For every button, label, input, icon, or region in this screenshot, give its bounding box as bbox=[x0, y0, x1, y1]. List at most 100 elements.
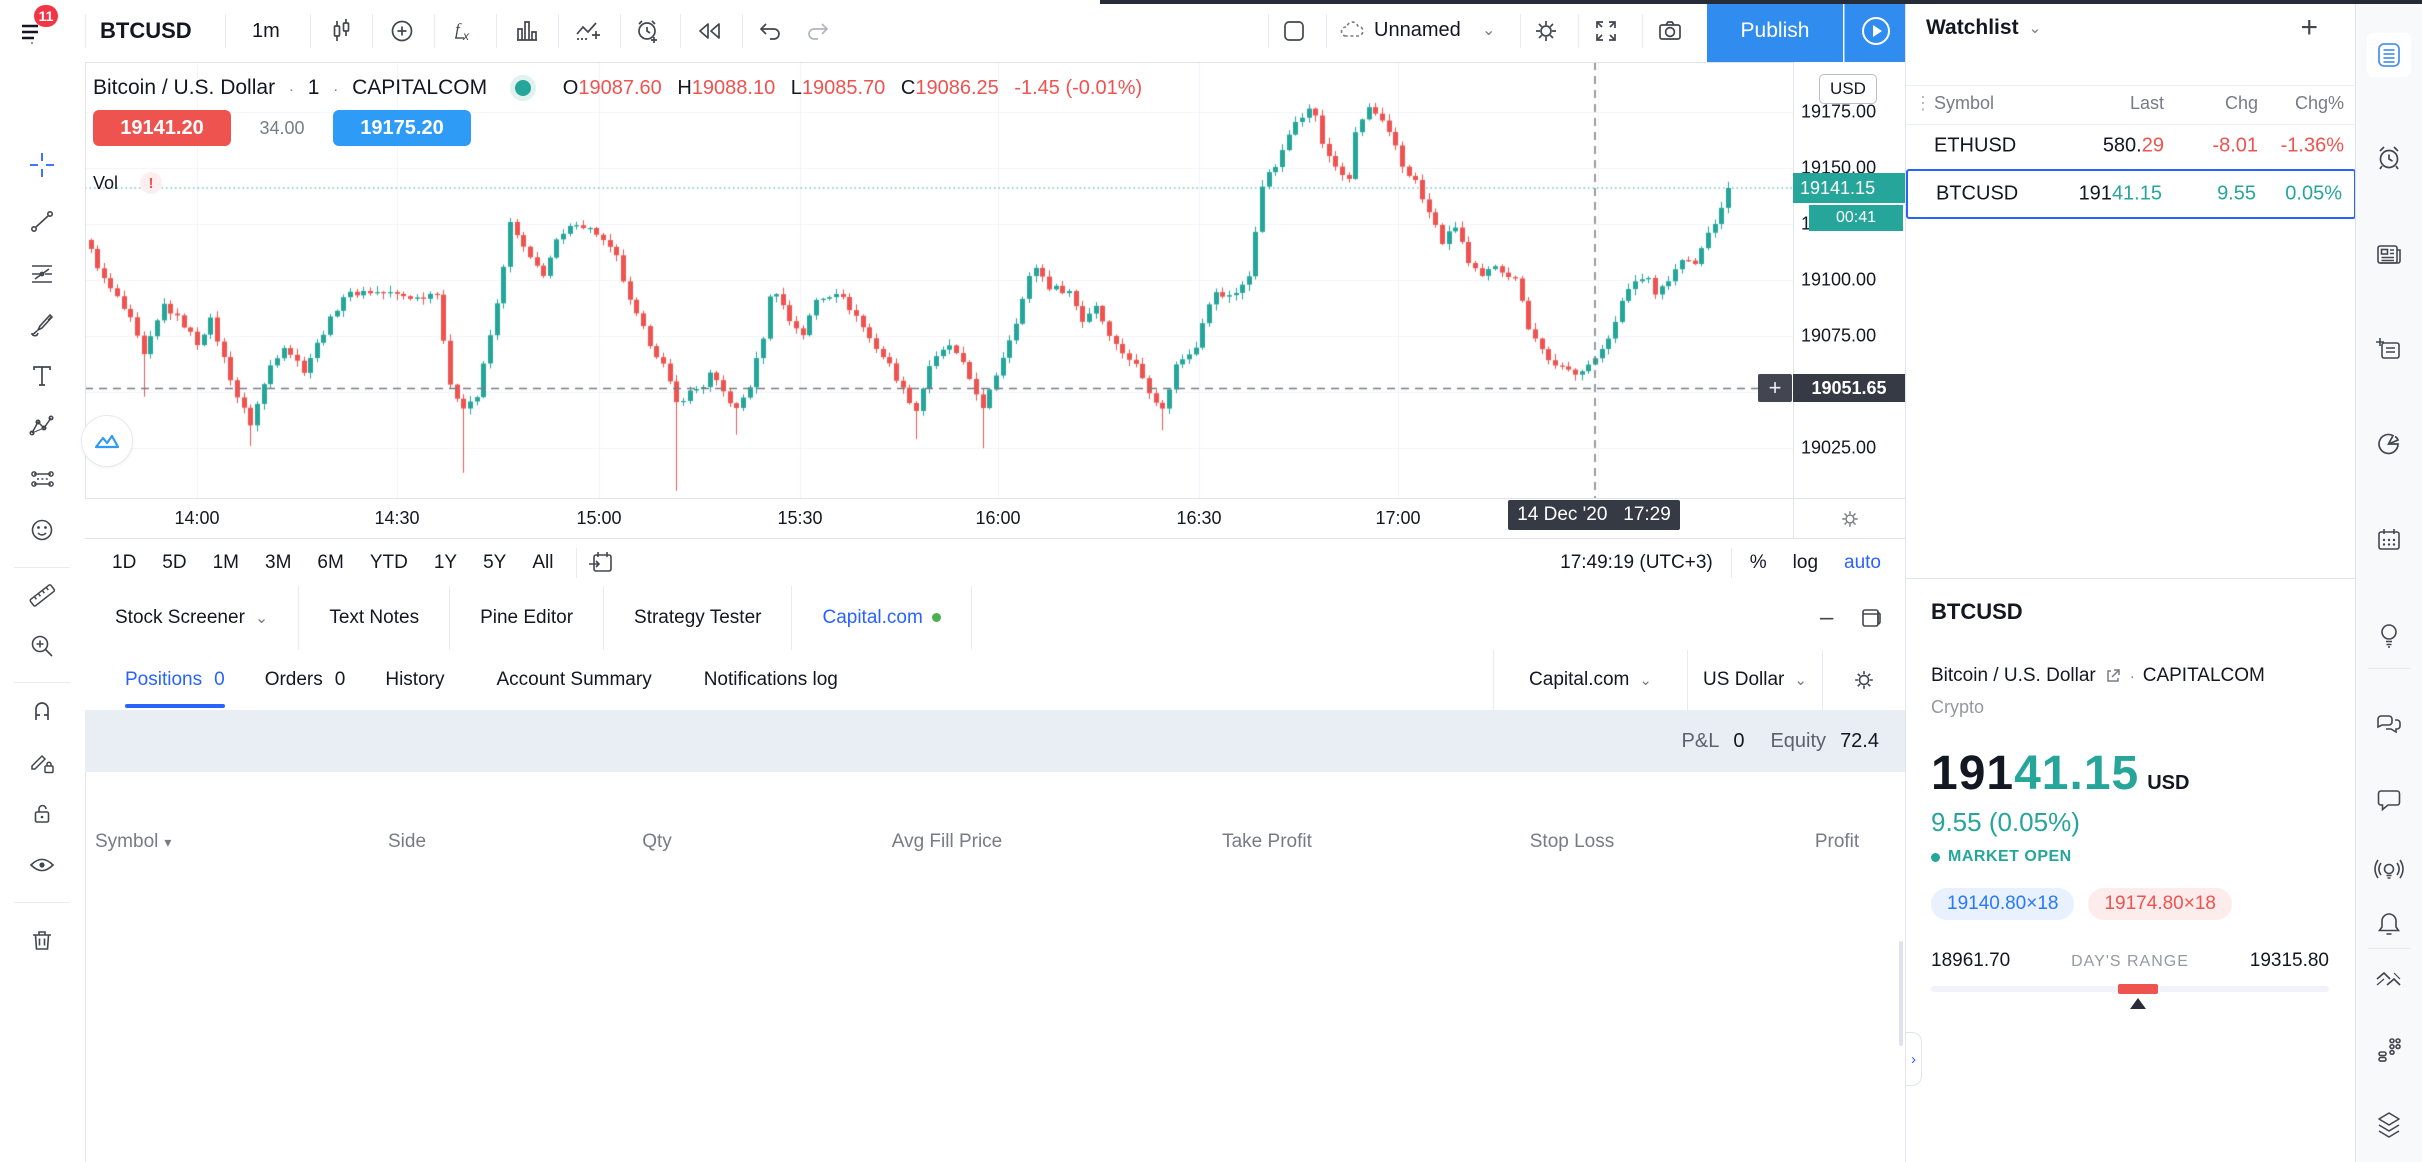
sidebar-calendar-button[interactable] bbox=[2367, 518, 2411, 562]
redo-button[interactable] bbox=[796, 9, 840, 53]
sidebar-ideas-stream-button[interactable] bbox=[2367, 848, 2411, 892]
collapse-panel-handle[interactable]: › bbox=[1906, 1032, 1922, 1086]
broker-selector[interactable]: Capital.com ⌄ bbox=[1493, 650, 1687, 710]
prediction-tool-button[interactable] bbox=[20, 457, 64, 501]
table-column-header[interactable]: Qty bbox=[535, 831, 785, 853]
sidebar-object-tree-button[interactable] bbox=[2367, 1103, 2411, 1147]
crosshair-add-order-button[interactable]: + bbox=[1758, 374, 1792, 402]
trading-nav-tab[interactable]: Notifications log bbox=[704, 650, 850, 710]
interval-button[interactable]: 1m bbox=[252, 20, 280, 43]
brush-tool-button[interactable] bbox=[20, 303, 64, 347]
market-status-dot[interactable] bbox=[515, 80, 531, 96]
indicators-fx-button[interactable]: fx bbox=[442, 9, 486, 53]
main-menu-button[interactable]: 11 bbox=[10, 9, 54, 53]
panel-tab[interactable]: Pine Editor ⌄ bbox=[450, 586, 604, 650]
minimize-panel-button[interactable]: – bbox=[1820, 604, 1833, 632]
range-button[interactable]: 3M bbox=[252, 552, 304, 574]
chevron-down-icon[interactable]: ⌄ bbox=[1482, 20, 1495, 40]
range-button[interactable]: YTD bbox=[357, 552, 421, 574]
undo-button[interactable] bbox=[748, 9, 792, 53]
scrollbar-thumb[interactable] bbox=[1899, 941, 1903, 1046]
sidebar-private-chat-button[interactable] bbox=[2367, 778, 2411, 822]
chart-legend[interactable]: Bitcoin / U.S. Dollar · 1 · CAPITALCOM O… bbox=[93, 76, 1142, 100]
cloud-save-icon-button[interactable] bbox=[1330, 9, 1374, 53]
snapshot-button[interactable] bbox=[1648, 9, 1692, 53]
emoji-tool-button[interactable] bbox=[20, 508, 64, 552]
magnet-mode-button[interactable] bbox=[20, 689, 64, 733]
fullscreen-button[interactable] bbox=[1584, 9, 1628, 53]
volume-study-row[interactable]: Vol ! bbox=[93, 172, 162, 194]
external-link-icon[interactable] bbox=[2104, 667, 2122, 685]
compare-add-button[interactable] bbox=[380, 9, 424, 53]
sidebar-chats-button[interactable] bbox=[2367, 703, 2411, 747]
price-axis[interactable]: 19175.0019150.0019125.0019100.0019075.00… bbox=[1793, 62, 1906, 498]
sidebar-alerts-button[interactable] bbox=[2367, 136, 2411, 180]
symbol-search-button[interactable]: BTCUSD bbox=[100, 18, 192, 44]
pattern-tool-button[interactable] bbox=[20, 405, 64, 449]
panel-tab[interactable]: Stock Screener ⌄ bbox=[85, 586, 299, 650]
range-button[interactable]: 6M bbox=[304, 552, 356, 574]
sidebar-dom-button[interactable] bbox=[2367, 1028, 2411, 1072]
publish-button[interactable]: Publish bbox=[1707, 0, 1843, 62]
crosshair-tool-button[interactable] bbox=[20, 143, 64, 187]
drag-handle-icon[interactable]: ⋮ bbox=[1914, 93, 1932, 114]
chevron-down-icon[interactable]: ⌄ bbox=[2029, 19, 2042, 37]
col-chg[interactable]: Chg bbox=[2225, 93, 2258, 114]
sidebar-news-button[interactable] bbox=[2367, 233, 2411, 277]
range-button[interactable]: 5Y bbox=[470, 552, 519, 574]
auto-scale-button[interactable]: auto bbox=[1844, 552, 1881, 574]
chart-style-button[interactable] bbox=[320, 9, 364, 53]
trend-line-tool-button[interactable] bbox=[20, 200, 64, 244]
table-column-header[interactable]: Side bbox=[285, 831, 535, 853]
layout-name[interactable]: Unnamed bbox=[1374, 19, 1461, 42]
panel-tab[interactable]: Capital.com ⌄ bbox=[792, 586, 971, 651]
trading-nav-tab[interactable]: Orders 0 bbox=[265, 650, 346, 710]
replay-button[interactable] bbox=[688, 9, 732, 53]
log-scale-button[interactable]: log bbox=[1793, 552, 1818, 574]
bid-size-pill[interactable]: 19140.80×18 bbox=[1931, 888, 2074, 920]
trading-settings-button[interactable] bbox=[1822, 650, 1905, 710]
currency-selector[interactable]: US Dollar ⌄ bbox=[1687, 650, 1822, 710]
watchlist-row[interactable]: ETHUSD 580.29 -8.01 -1.36% bbox=[1906, 123, 2356, 169]
add-symbol-button[interactable]: + bbox=[2300, 11, 2318, 45]
range-button[interactable]: 1Y bbox=[421, 552, 470, 574]
hide-all-drawings-button[interactable] bbox=[20, 843, 64, 887]
table-column-header[interactable]: Symbol▾ bbox=[85, 831, 285, 853]
go-to-date-button[interactable] bbox=[587, 549, 615, 577]
gann-fibonacci-tool-button[interactable] bbox=[20, 252, 64, 296]
templates-button[interactable] bbox=[566, 9, 610, 53]
remove-drawings-button[interactable] bbox=[20, 918, 64, 962]
percent-scale-button[interactable]: % bbox=[1750, 552, 1767, 574]
panel-tab[interactable]: Strategy Tester ⌄ bbox=[604, 586, 792, 650]
sell-button[interactable]: 19141.20 bbox=[93, 110, 231, 146]
range-button[interactable]: All bbox=[519, 552, 566, 574]
range-button[interactable]: 1D bbox=[99, 552, 149, 574]
sidebar-watchlist-button[interactable] bbox=[2367, 33, 2411, 77]
range-button[interactable]: 5D bbox=[149, 552, 199, 574]
table-column-header[interactable]: Avg Fill Price bbox=[785, 831, 1115, 853]
table-column-header[interactable]: Stop Loss bbox=[1425, 831, 1725, 853]
measure-tool-button[interactable] bbox=[20, 573, 64, 617]
watchlist-title[interactable]: Watchlist bbox=[1926, 16, 2019, 40]
trading-nav-tab[interactable]: History bbox=[385, 650, 456, 710]
table-column-header[interactable]: Take Profit bbox=[1115, 831, 1425, 853]
col-chgp[interactable]: Chg% bbox=[2295, 93, 2344, 114]
layout-select-button[interactable] bbox=[1272, 9, 1316, 53]
zoom-in-tool-button[interactable] bbox=[20, 624, 64, 668]
trading-nav-tab[interactable]: Account Summary bbox=[496, 650, 663, 710]
sidebar-text-notes-button[interactable] bbox=[2367, 328, 2411, 372]
ask-size-pill[interactable]: 19174.80×18 bbox=[2088, 888, 2231, 920]
chart-settings-button[interactable] bbox=[1524, 9, 1568, 53]
sidebar-hotlists-button[interactable] bbox=[2367, 423, 2411, 467]
drawing-mode-lock-button[interactable] bbox=[20, 740, 64, 784]
clock[interactable]: 17:49:19 (UTC+3) bbox=[1560, 552, 1713, 574]
sidebar-notifications-button[interactable] bbox=[2367, 903, 2411, 947]
col-symbol[interactable]: Symbol bbox=[1934, 93, 1994, 114]
text-tool-button[interactable] bbox=[20, 354, 64, 398]
maximize-panel-button[interactable] bbox=[1859, 606, 1883, 630]
watchlist-row[interactable]: BTCUSD 19141.15 9.55 0.05% bbox=[1906, 169, 2356, 219]
range-button[interactable]: 1M bbox=[200, 552, 252, 574]
lock-all-drawings-button[interactable] bbox=[20, 792, 64, 836]
alert-add-button[interactable] bbox=[626, 9, 670, 53]
trading-nav-tab[interactable]: Positions 0 bbox=[125, 650, 225, 710]
